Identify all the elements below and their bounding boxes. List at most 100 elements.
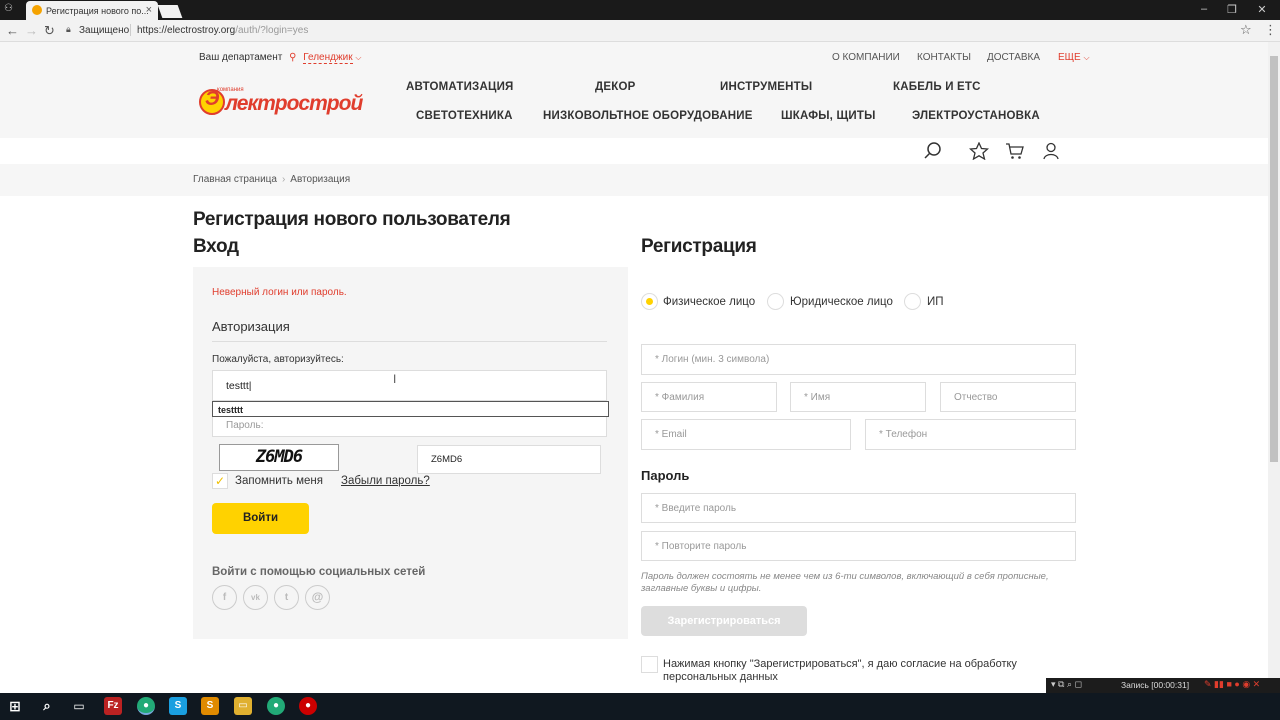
facebook-icon[interactable]: f — [212, 585, 237, 610]
browser-kebab-icon[interactable]: ⋮ — [1264, 22, 1277, 38]
breadcrumb-separator: › — [281, 174, 286, 185]
vk-icon[interactable]: vk — [243, 585, 268, 610]
windows-start-icon[interactable]: ⊞ — [6, 697, 24, 715]
tab-title: Регистрация нового по... — [46, 6, 149, 16]
email-icon[interactable]: @ — [305, 585, 330, 610]
radio-individual[interactable] — [641, 293, 658, 310]
back-icon[interactable]: ← — [6, 23, 19, 38]
minimize-icon[interactable]: – — [1194, 3, 1214, 15]
captcha-input[interactable]: Z6MD6 — [417, 445, 601, 474]
taskbar-search-icon[interactable]: ⌕ — [38, 697, 56, 715]
password-heading: Пароль — [641, 468, 690, 483]
forgot-password-link[interactable]: Забыли пароль? — [341, 475, 430, 487]
page-title: Регистрация нового пользователя — [193, 209, 511, 230]
recorder-app-icon[interactable]: ● — [299, 697, 317, 715]
recorder-controls-icons[interactable]: ✎ ▮▮ ■ ● ◉ ✕ — [1204, 679, 1260, 690]
breadcrumb-home[interactable]: Главная страница — [193, 174, 277, 185]
department-selector[interactable]: Ваш департамент ⚲ Геленджик ⌵ — [199, 52, 361, 64]
divider — [130, 24, 131, 36]
reload-icon[interactable]: ↻ — [44, 23, 55, 39]
url-field[interactable]: https://electrostroy.org/auth/?login=yes — [137, 25, 308, 36]
toplink-more[interactable]: ЕЩЕ ⌵ — [1058, 52, 1090, 63]
menu-lighting[interactable]: СВЕТОТЕХНИКА — [416, 110, 513, 122]
chrome-alt-icon[interactable]: ● — [267, 697, 285, 715]
login-button[interactable]: Войти — [212, 503, 309, 534]
menu-decor[interactable]: ДЕКОР — [595, 81, 636, 93]
chrome-icon[interactable]: ● — [137, 697, 155, 715]
middlename-input[interactable]: Отчество — [940, 382, 1076, 412]
toplink-contacts[interactable]: КОНТАКТЫ — [917, 52, 971, 63]
radio-entrepreneur-label[interactable]: ИП — [927, 296, 944, 308]
captcha-image: Z6MD6 — [219, 444, 339, 471]
department-label: Ваш департамент — [199, 52, 283, 63]
new-tab-button[interactable] — [157, 5, 183, 18]
register-button[interactable]: Зарегистрироваться — [641, 606, 807, 636]
register-login-input[interactable]: * Логин (мин. 3 символа) — [641, 344, 1076, 375]
forward-icon[interactable]: → — [25, 23, 38, 38]
menu-tools[interactable]: ИНСТРУМЕНТЫ — [720, 81, 812, 93]
screen-recorder-bar: ▾ ⧉ ⌕ ◻ Запись [00:00:31] ✎ ▮▮ ■ ● ◉ ✕ — [1046, 678, 1280, 693]
divider — [212, 341, 607, 342]
menu-installation[interactable]: ЭЛЕКТРОУСТАНОВКА — [912, 110, 1040, 122]
radio-legal-entity-label[interactable]: Юридическое лицо — [790, 296, 893, 308]
login-input[interactable]: testtt | — [212, 370, 607, 401]
file-explorer-icon[interactable]: ▭ — [234, 697, 252, 715]
restore-icon[interactable]: ❐ — [1222, 3, 1242, 16]
password-requirements-note: Пароль должен состоять не менее чем из 6… — [641, 571, 1049, 594]
recorder-tool-icons[interactable]: ▾ ⧉ ⌕ ◻ — [1051, 679, 1082, 690]
lastname-input[interactable]: * Фамилия — [641, 382, 777, 412]
cart-icon[interactable] — [1005, 142, 1025, 160]
address-bar: ← → ↻ 🔒︎ Защищено https://electrostroy.o… — [0, 20, 1280, 42]
toplink-delivery[interactable]: ДОСТАВКА — [987, 52, 1040, 63]
scrollbar-thumb[interactable] — [1270, 56, 1278, 462]
menu-cable[interactable]: КАБЕЛЬ И ЕТС — [893, 81, 981, 93]
secure-label: Защищено — [79, 25, 130, 36]
consent-checkbox[interactable] — [641, 656, 658, 673]
os-taskbar — [0, 693, 1280, 720]
menu-lowvoltage[interactable]: НИЗКОВОЛЬТНОЕ ОБОРУДОВАНИЕ — [543, 110, 753, 122]
browser-tab[interactable]: Регистрация нового по... × — [26, 1, 158, 20]
register-title: Регистрация — [641, 236, 757, 257]
firstname-input[interactable]: * Имя — [790, 382, 926, 412]
login-error-message: Неверный логин или пароль. — [212, 287, 347, 298]
sublime-text-icon[interactable]: S — [201, 697, 219, 715]
radio-legal-entity[interactable] — [767, 293, 784, 310]
remember-label[interactable]: Запомнить меня — [235, 475, 323, 487]
user-icon[interactable] — [1041, 142, 1061, 160]
radio-individual-label[interactable]: Физическое лицо — [663, 296, 755, 308]
breadcrumb: Главная страница › Авторизация — [193, 174, 350, 185]
breadcrumb-bar — [0, 164, 1280, 196]
header-icons-row — [0, 138, 1280, 164]
register-password-input[interactable]: * Введите пароль — [641, 493, 1076, 523]
skype-icon[interactable]: S — [169, 697, 187, 715]
consent-label[interactable]: Нажимая кнопку "Зарегистрироваться", я д… — [663, 658, 1063, 684]
breadcrumb-current: Авторизация — [290, 174, 351, 185]
site-logo[interactable]: Э компания лектрострой — [199, 86, 363, 120]
filezilla-icon[interactable]: Fz — [104, 697, 122, 715]
location-pin-icon: ⚲ — [289, 52, 297, 63]
email-input[interactable]: * Email — [641, 419, 851, 450]
search-icon[interactable] — [923, 142, 943, 160]
radio-entrepreneur[interactable] — [904, 293, 921, 310]
autocomplete-suggestion[interactable]: testttt — [212, 401, 609, 417]
bookmark-star-icon[interactable]: ☆ — [1240, 22, 1252, 38]
toplink-about[interactable]: О КОМПАНИИ — [832, 52, 900, 63]
text-cursor-icon: I — [393, 372, 397, 386]
remember-checkbox[interactable]: ✓ — [212, 473, 228, 489]
login-title: Вход — [193, 236, 239, 257]
twitter-icon[interactable]: t — [274, 585, 299, 610]
close-tab-icon[interactable]: × — [146, 4, 152, 16]
social-login-title: Войти с помощью социальных сетей — [212, 566, 426, 578]
phone-input[interactable]: * Телефон — [865, 419, 1076, 450]
recorder-timer: Запись [00:00:31] — [1121, 680, 1190, 690]
checkmark-icon: ✓ — [214, 474, 226, 488]
favorites-star-icon[interactable] — [969, 142, 989, 160]
close-window-icon[interactable]: ✕ — [1252, 3, 1272, 16]
task-view-icon[interactable]: ▭ — [70, 697, 88, 715]
department-city[interactable]: Геленджик — [303, 52, 353, 64]
register-password-repeat-input[interactable]: * Повторите пароль — [641, 531, 1076, 561]
menu-cabinets[interactable]: ШКАФЫ, ЩИТЫ — [781, 110, 876, 122]
menu-automation[interactable]: АВТОМАТИЗАЦИЯ — [406, 81, 514, 93]
browser-menu-icon[interactable]: ⚇ — [4, 3, 13, 14]
auth-section-title: Авторизация — [212, 319, 290, 334]
